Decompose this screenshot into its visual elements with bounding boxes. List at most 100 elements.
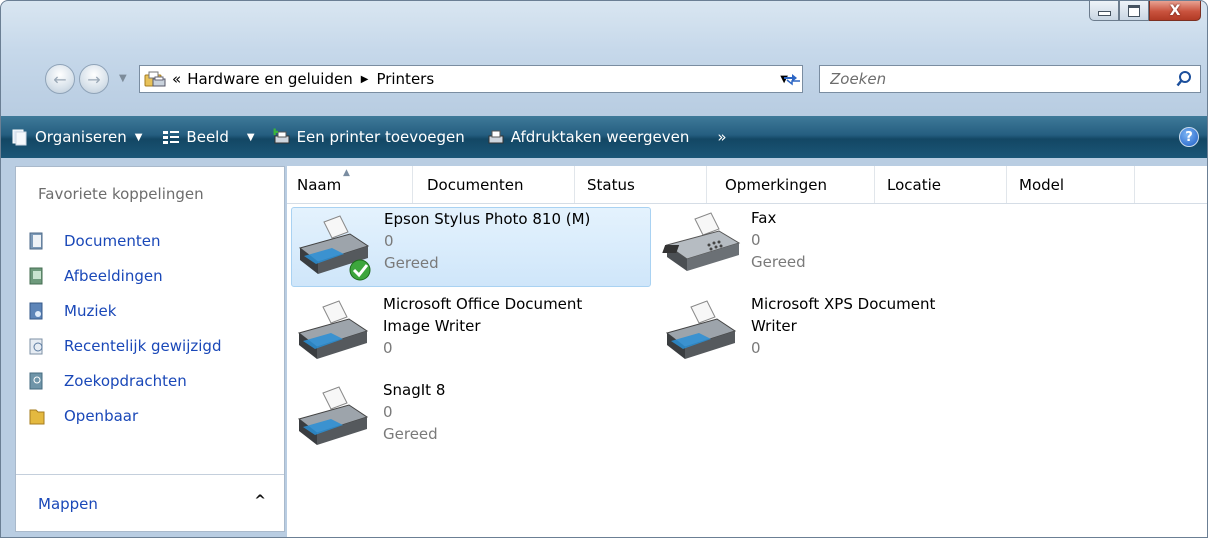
sidebar-item-label: Zoekopdrachten — [64, 371, 187, 390]
caption-buttons: X — [1089, 1, 1201, 23]
column-label: Naam — [297, 175, 342, 194]
printer-icon — [292, 208, 384, 286]
printer-documents-count: 0 — [384, 232, 394, 250]
printer-item[interactable]: Epson Stylus Photo 810 (M) 0 Gereed — [291, 207, 651, 287]
printer-item[interactable]: SnagIt 8 0 Gereed — [291, 379, 651, 459]
sidebar-item-pictures[interactable]: Afbeeldingen — [28, 258, 221, 293]
search-input[interactable] — [828, 69, 1152, 89]
address-bar[interactable]: « Hardware en geluiden ▶ Printers ▼ — [139, 65, 803, 93]
minimize-button[interactable] — [1089, 1, 1119, 21]
sidebar-item-label: Openbaar — [64, 406, 139, 425]
help-icon: ? — [1185, 129, 1193, 145]
column-header-documents[interactable]: Documenten — [413, 166, 575, 203]
organize-icon — [12, 129, 27, 146]
printer-details: Microsoft XPS Document Writer 0 — [751, 293, 935, 373]
help-button[interactable]: ? — [1179, 127, 1199, 147]
refresh-button[interactable] — [776, 65, 808, 93]
printers-folder-icon — [144, 70, 166, 88]
music-icon — [29, 302, 43, 319]
column-label: Model — [1019, 175, 1065, 194]
column-header-status[interactable]: Status — [575, 166, 707, 203]
view-icon — [163, 131, 180, 144]
printer-status: Gereed — [751, 253, 806, 271]
breadcrumb-printers[interactable]: Printers — [376, 70, 434, 88]
address-overflow[interactable]: « — [172, 70, 181, 88]
back-arrow-icon: ← — [53, 69, 67, 89]
close-icon: X — [1169, 2, 1181, 19]
printer-icon — [291, 293, 383, 371]
printer-item[interactable]: Fax 0 Gereed — [659, 207, 1019, 287]
maximize-icon — [1128, 4, 1140, 17]
more-commands-icon: » — [717, 128, 727, 146]
column-header-model[interactable]: Model — [1007, 166, 1135, 203]
column-header-comments[interactable]: Opmerkingen — [707, 166, 875, 203]
column-label: Opmerkingen — [725, 175, 827, 194]
sidebar-item-public[interactable]: Openbaar — [28, 398, 221, 433]
column-label: Documenten — [427, 175, 524, 194]
sidebar-item-label: Afbeeldingen — [64, 266, 163, 285]
printer-status: Gereed — [383, 425, 438, 443]
chevron-up-icon: ^ — [254, 493, 266, 509]
print-jobs-button[interactable]: Afdruktaken weergeven — [481, 116, 696, 158]
column-label: Locatie — [887, 175, 941, 194]
printer-details: SnagIt 8 0 Gereed — [383, 379, 445, 459]
breadcrumb-hardware[interactable]: Hardware en geluiden — [187, 70, 353, 88]
printer-name-continued: Image Writer — [383, 317, 481, 335]
printer-icon — [659, 293, 751, 371]
forward-button[interactable]: → — [79, 64, 109, 94]
printer-documents-count: 0 — [383, 339, 393, 357]
close-button[interactable]: X — [1149, 1, 1201, 21]
column-header-spacer — [1135, 166, 1207, 203]
printer-name-continued: Writer — [751, 317, 797, 335]
search-icon[interactable] — [1176, 70, 1192, 92]
sort-ascending-icon: ▲ — [343, 168, 350, 178]
printer-name: Microsoft Office Document — [383, 295, 583, 313]
pictures-icon — [29, 267, 43, 284]
recent-pages-dropdown[interactable]: ▼ — [119, 73, 127, 84]
add-printer-icon — [273, 128, 290, 144]
breadcrumb-separator-icon[interactable]: ▶ — [361, 74, 369, 85]
minimize-icon — [1097, 11, 1111, 16]
print-jobs-icon — [488, 130, 504, 144]
search-box — [819, 65, 1201, 93]
printer-details: Epson Stylus Photo 810 (M) 0 Gereed — [384, 208, 590, 286]
printer-item[interactable]: Microsoft XPS Document Writer 0 — [659, 293, 1019, 373]
searches-icon — [29, 372, 43, 389]
printer-documents-count: 0 — [751, 231, 761, 249]
sidebar-item-recent[interactable]: Recentelijk gewijzigd — [28, 328, 221, 363]
sidebar-item-music[interactable]: Muziek — [28, 293, 221, 328]
more-commands-button[interactable]: » — [711, 116, 732, 158]
maximize-button[interactable] — [1119, 1, 1149, 21]
favorite-links-heading: Favoriete koppelingen — [38, 185, 204, 203]
add-printer-label: Een printer toevoegen — [296, 128, 465, 146]
command-bar: Organiseren ▼ Beeld ▼ Een printer toevoe… — [1, 116, 1207, 158]
printer-details: Microsoft Office Document Image Writer 0 — [383, 293, 582, 373]
navigation-pane: Favoriete koppelingen Documenten Afbeeld… — [15, 166, 285, 532]
recent-icon — [29, 338, 43, 354]
printer-documents-count: 0 — [751, 339, 761, 357]
forward-arrow-icon: → — [87, 69, 101, 89]
printer-item[interactable]: Microsoft Office Document Image Writer 0 — [291, 293, 651, 373]
column-headers: ▲ Naam Documenten Status Opmerkingen Loc… — [287, 166, 1207, 204]
view-button[interactable]: Beeld ▼ — [156, 116, 260, 158]
printer-documents-count: 0 — [383, 403, 393, 421]
organize-button[interactable]: Organiseren ▼ — [1, 116, 148, 158]
column-header-location[interactable]: Locatie — [875, 166, 1007, 203]
add-printer-button[interactable]: Een printer toevoegen — [267, 116, 471, 158]
public-folder-icon — [29, 409, 45, 424]
explorer-window: X ← → ▼ « Hardware en geluiden ▶ Printer… — [0, 0, 1208, 538]
column-header-name[interactable]: ▲ Naam — [287, 166, 413, 203]
folders-toggle[interactable]: Mappen ^ — [16, 474, 284, 531]
print-jobs-label: Afdruktaken weergeven — [510, 128, 690, 146]
printer-name: Microsoft XPS Document — [751, 295, 936, 313]
refresh-icon — [784, 74, 800, 86]
documents-icon — [29, 232, 43, 249]
sidebar-item-documents[interactable]: Documenten — [28, 223, 221, 258]
sidebar-item-label: Muziek — [64, 301, 117, 320]
fax-icon — [659, 207, 751, 285]
back-button[interactable]: ← — [45, 64, 75, 94]
sidebar-item-label: Documenten — [64, 231, 161, 250]
printer-name: SnagIt 8 — [383, 381, 446, 399]
folders-label: Mappen — [38, 495, 98, 513]
sidebar-item-searches[interactable]: Zoekopdrachten — [28, 363, 221, 398]
